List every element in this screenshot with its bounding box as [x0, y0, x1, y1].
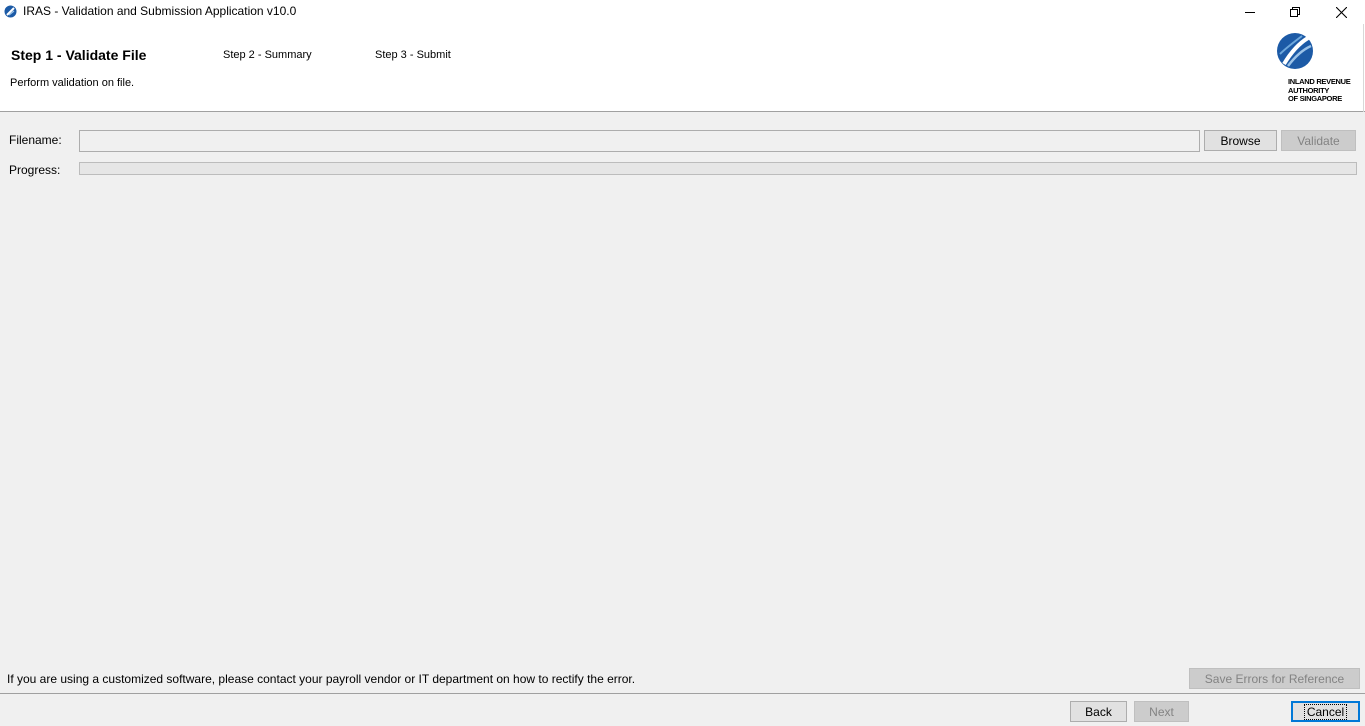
- validate-button[interactable]: Validate: [1281, 130, 1356, 151]
- footer-separator: [0, 693, 1365, 694]
- info-message: If you are using a customized software, …: [7, 672, 636, 686]
- logo-text: INLAND REVENUE AUTHORITY OF SINGAPORE: [1288, 77, 1351, 103]
- next-button[interactable]: Next: [1134, 701, 1189, 722]
- maximize-button[interactable]: [1272, 0, 1318, 24]
- cancel-button[interactable]: Cancel: [1291, 701, 1360, 722]
- cancel-button-label: Cancel: [1303, 703, 1348, 720]
- browse-button[interactable]: Browse: [1204, 130, 1277, 151]
- app-icon: [4, 5, 17, 18]
- title-bar: IRAS - Validation and Submission Applica…: [0, 0, 1365, 24]
- save-errors-button[interactable]: Save Errors for Reference: [1189, 668, 1360, 689]
- progress-label: Progress:: [9, 163, 61, 177]
- maximize-icon: [1290, 7, 1300, 17]
- iras-emblem-icon: [1277, 33, 1313, 69]
- back-button[interactable]: Back: [1070, 701, 1127, 722]
- wizard-header: Step 1 - Validate File Step 2 - Summary …: [0, 24, 1365, 112]
- filename-label: Filename:: [9, 133, 62, 147]
- step-description: Perform validation on file.: [10, 77, 135, 89]
- minimize-icon: [1245, 12, 1255, 13]
- step-2-label: Step 2 - Summary: [223, 49, 312, 61]
- step-1-label: Step 1 - Validate File: [11, 47, 147, 63]
- close-button[interactable]: [1318, 0, 1364, 24]
- minimize-button[interactable]: [1227, 0, 1273, 24]
- header-edge: [1363, 24, 1364, 112]
- window-title: IRAS - Validation and Submission Applica…: [23, 4, 297, 18]
- iras-logo: INLAND REVENUE AUTHORITY OF SINGAPORE: [1276, 32, 1356, 106]
- close-icon: [1335, 6, 1347, 18]
- filename-input[interactable]: [79, 130, 1200, 152]
- progress-bar: [79, 162, 1357, 175]
- step-3-label: Step 3 - Submit: [375, 49, 451, 61]
